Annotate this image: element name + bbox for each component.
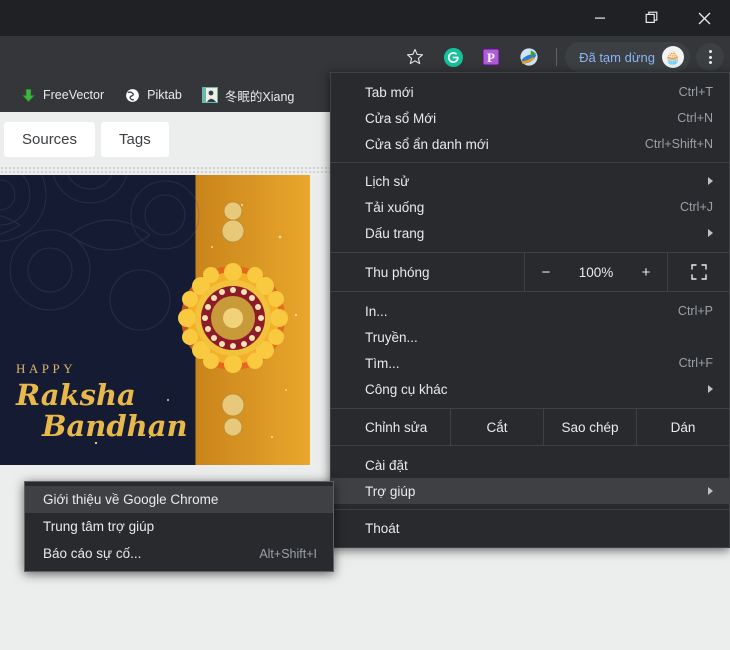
zoom-in-button[interactable]: + bbox=[625, 264, 667, 281]
menu-item-label: Thoát bbox=[365, 520, 400, 536]
menu-item-label: Cửa sổ Mới bbox=[365, 110, 437, 126]
menu-item-cast[interactable]: Truyền... bbox=[331, 324, 729, 350]
submenu-item-label: Trung tâm trợ giúp bbox=[43, 519, 155, 534]
submenu-item-label: Giới thiệu về Google Chrome bbox=[43, 492, 219, 507]
menu-separator bbox=[331, 162, 729, 163]
window-controls bbox=[574, 0, 730, 36]
menu-item-label: Tải xuống bbox=[365, 199, 425, 215]
minimize-button[interactable] bbox=[574, 0, 626, 36]
menu-item-accel: Ctrl+P bbox=[677, 304, 713, 318]
raksha-happy-label: HAPPY bbox=[16, 361, 77, 376]
bookmark-item-xiang[interactable]: 冬眠的Xiang bbox=[194, 83, 302, 108]
profile-button[interactable]: Đã tạm dừng 🧁 bbox=[565, 42, 690, 72]
bookmark-item-freevector[interactable]: FreeVector bbox=[12, 84, 112, 106]
raksha-caption: HAPPY Raksha Bandhan bbox=[16, 361, 188, 441]
tab-sources[interactable]: Sources bbox=[4, 121, 96, 157]
menu-item-more-tools[interactable]: Công cụ khác bbox=[331, 376, 729, 402]
bookmark-item-piktab[interactable]: Piktab bbox=[116, 84, 190, 106]
menu-item-new-incognito-window[interactable]: Cửa sổ ẩn danh mới Ctrl+Shift+N bbox=[331, 131, 729, 157]
chrome-main-menu: Tab mới Ctrl+T Cửa sổ Mới Ctrl+N Cửa sổ … bbox=[330, 72, 730, 548]
submenu-item-help-center[interactable]: Trung tâm trợ giúp bbox=[25, 513, 333, 540]
menu-zoom-row: Thu phóng − 100% + bbox=[331, 252, 729, 292]
bookmark-label: FreeVector bbox=[43, 88, 105, 102]
svg-text:P: P bbox=[487, 50, 495, 65]
menu-item-accel: Ctrl+F bbox=[678, 356, 713, 370]
menu-separator bbox=[331, 509, 729, 510]
profile-status-label: Đã tạm dừng bbox=[579, 49, 655, 65]
rakhi-ornament bbox=[178, 201, 288, 437]
menu-item-label: Dấu trang bbox=[365, 225, 425, 241]
submenu-item-report-issue[interactable]: Báo cáo sự cố... Alt+Shift+I bbox=[25, 540, 333, 567]
zoom-label: Thu phóng bbox=[365, 264, 430, 280]
pinterest-extension-icon[interactable]: P bbox=[476, 42, 506, 72]
menu-edit-row: Chỉnh sửa Cắt Sao chép Dán bbox=[331, 408, 729, 446]
kebab-menu-icon[interactable] bbox=[696, 43, 724, 71]
menu-item-accel: Ctrl+Shift+N bbox=[644, 137, 713, 151]
restore-button[interactable] bbox=[626, 0, 678, 36]
zoom-controls: − 100% + bbox=[524, 253, 667, 291]
menu-item-label: Tìm... bbox=[365, 355, 400, 371]
menu-item-accel: Ctrl+T bbox=[678, 85, 713, 99]
submenu-item-label: Báo cáo sự cố... bbox=[43, 546, 142, 561]
menu-item-print[interactable]: In... Ctrl+P bbox=[331, 298, 729, 324]
menu-item-history[interactable]: Lịch sử bbox=[331, 168, 729, 194]
image-card-raksha-bandhan[interactable]: HAPPY Raksha Bandhan bbox=[0, 175, 310, 465]
menu-item-downloads[interactable]: Tải xuống Ctrl+J bbox=[331, 194, 729, 220]
raksha-title: Raksha Bandhan bbox=[16, 381, 188, 441]
internet-download-manager-extension-icon[interactable] bbox=[514, 42, 544, 72]
zoom-level-value: 100% bbox=[578, 264, 614, 280]
raksha-title-line1: Raksha bbox=[16, 378, 136, 412]
fullscreen-icon bbox=[690, 264, 707, 280]
submenu-item-accel: Alt+Shift+I bbox=[259, 546, 317, 561]
menu-item-label: Cửa sổ ẩn danh mới bbox=[365, 136, 489, 152]
browser-window: P Đã tạm dừng 🧁 FreeVector Piktab 冬眠的Xia… bbox=[0, 0, 730, 650]
edit-label: Chỉnh sửa bbox=[365, 419, 428, 435]
menu-item-new-tab[interactable]: Tab mới Ctrl+T bbox=[331, 79, 729, 105]
menu-item-label: In... bbox=[365, 303, 388, 319]
star-icon[interactable] bbox=[400, 42, 430, 72]
submenu-item-about-chrome[interactable]: Giới thiệu về Google Chrome bbox=[25, 486, 333, 513]
toolbar-divider bbox=[556, 48, 558, 66]
menu-item-label: Tab mới bbox=[365, 84, 414, 100]
chevron-right-icon bbox=[708, 487, 713, 495]
green-download-arrow-icon bbox=[20, 87, 36, 103]
menu-item-exit[interactable]: Thoát bbox=[331, 515, 729, 541]
zoom-out-button[interactable]: − bbox=[525, 264, 567, 281]
thumbnail-icon bbox=[201, 87, 218, 103]
menu-item-bookmarks[interactable]: Dấu trang bbox=[331, 220, 729, 246]
menu-item-label: Trợ giúp bbox=[365, 483, 416, 499]
menu-item-label: Công cụ khác bbox=[365, 381, 448, 397]
chevron-right-icon bbox=[708, 177, 713, 185]
menu-item-label: Lịch sử bbox=[365, 173, 410, 189]
close-button[interactable] bbox=[678, 0, 730, 36]
chevron-right-icon bbox=[708, 385, 713, 393]
menu-item-new-window[interactable]: Cửa sổ Mới Ctrl+N bbox=[331, 105, 729, 131]
globe-icon bbox=[124, 87, 140, 103]
menu-item-accel: Ctrl+N bbox=[677, 111, 713, 125]
bookmark-label: Piktab bbox=[147, 88, 182, 102]
chevron-right-icon bbox=[708, 229, 713, 237]
help-submenu: Giới thiệu về Google Chrome Trung tâm tr… bbox=[24, 481, 334, 572]
copy-button[interactable]: Sao chép bbox=[543, 409, 636, 445]
menu-item-find[interactable]: Tìm... Ctrl+F bbox=[331, 350, 729, 376]
menu-item-accel: Ctrl+J bbox=[680, 200, 713, 214]
menu-item-help[interactable]: Trợ giúp bbox=[331, 478, 729, 504]
menu-item-settings[interactable]: Cài đặt bbox=[331, 452, 729, 478]
menu-item-label: Cài đặt bbox=[365, 457, 408, 473]
cupcake-avatar: 🧁 bbox=[662, 46, 684, 68]
title-bar bbox=[0, 0, 730, 36]
raksha-title-line2: Bandhan bbox=[42, 409, 188, 443]
grammarly-extension-icon[interactable] bbox=[438, 42, 468, 72]
bookmark-label: 冬眠的Xiang bbox=[224, 89, 295, 104]
menu-item-label: Truyền... bbox=[365, 329, 418, 345]
tab-tags[interactable]: Tags bbox=[101, 121, 169, 157]
cut-button[interactable]: Cắt bbox=[450, 409, 543, 445]
paste-button[interactable]: Dán bbox=[636, 409, 729, 445]
fullscreen-button[interactable] bbox=[667, 253, 729, 291]
